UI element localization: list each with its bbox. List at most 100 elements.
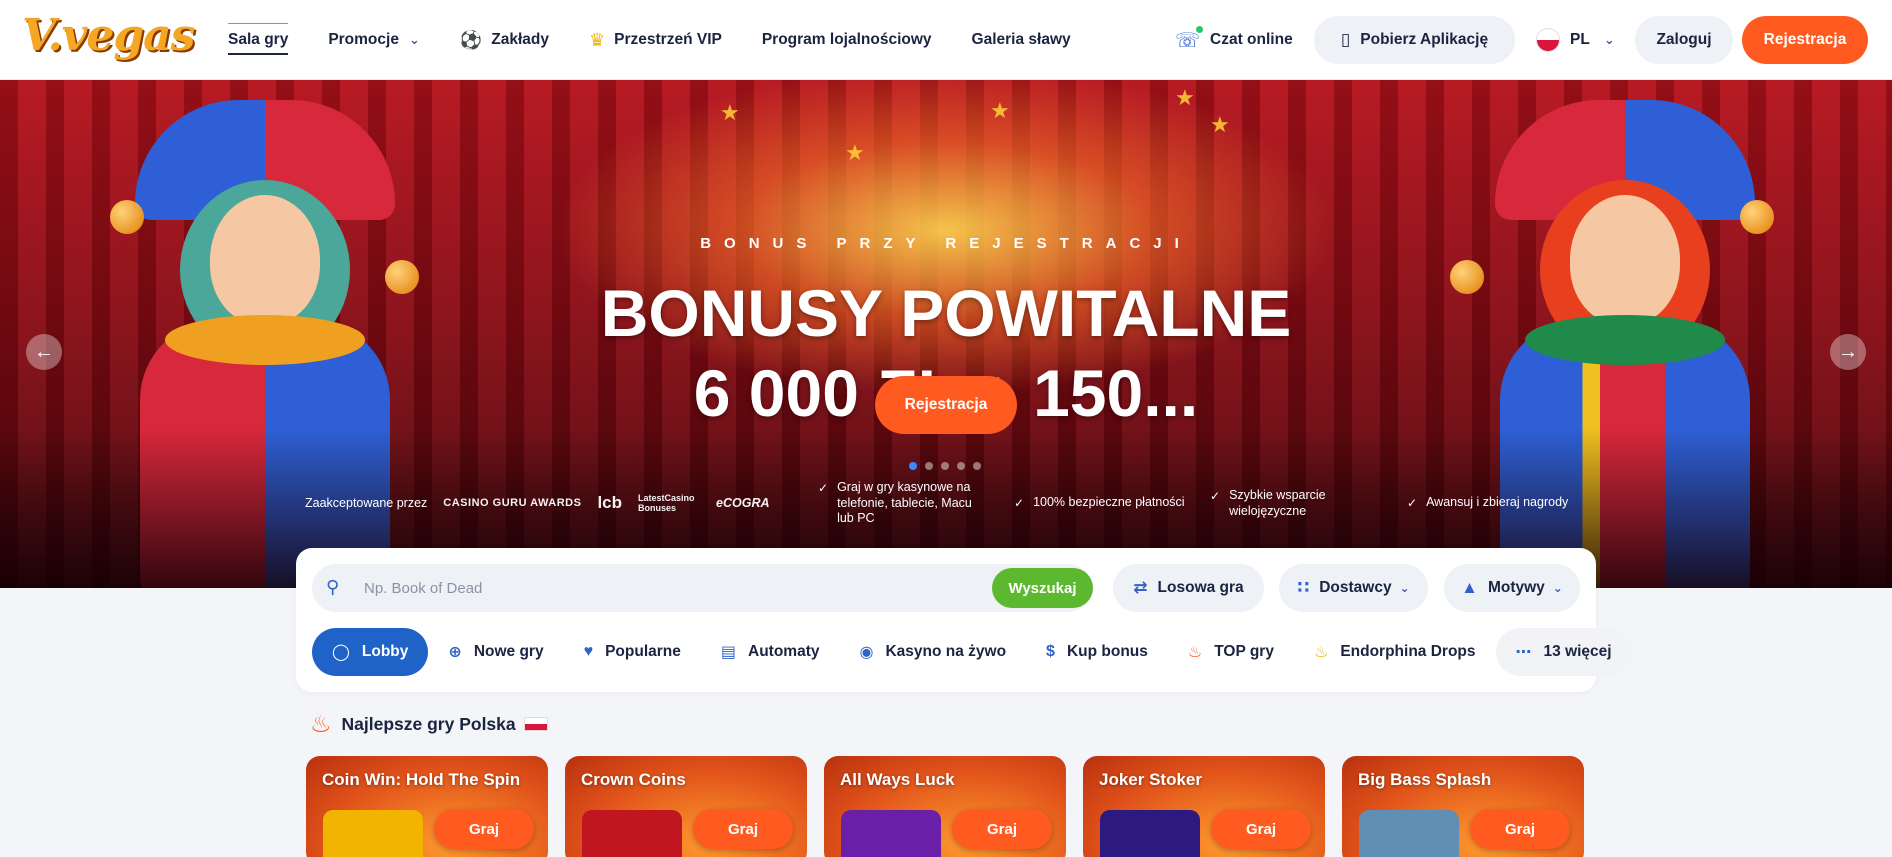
themes-dropdown[interactable]: ▲ Motywy ⌄	[1444, 564, 1580, 612]
category-tab-slots[interactable]: ▤ Automaty	[701, 628, 840, 676]
nav-item-sala-gry[interactable]: Sala gry	[228, 0, 289, 80]
random-game-button[interactable]: ⇄ Losowa gra	[1113, 564, 1264, 612]
search-input[interactable]	[364, 564, 864, 612]
language-selector[interactable]: PL ⌄	[1530, 16, 1620, 64]
hero-banner: ★ ★ ★ ★ ★ BONUS PRZY REJESTRACJI BONUSY …	[0, 80, 1892, 588]
category-label: Automaty	[748, 643, 820, 660]
smartphone-icon: ▯	[1340, 30, 1351, 49]
category-tab-new[interactable]: ⊕ Nowe gry	[428, 628, 563, 676]
play-button[interactable]: Graj	[1470, 809, 1570, 849]
partner-logo-latestcasino: LatestCasino Bonuses	[638, 493, 695, 513]
game-thumbnail[interactable]	[1100, 810, 1200, 857]
carousel-dot[interactable]	[909, 462, 917, 470]
more-dots-icon: ⋯	[1515, 644, 1532, 661]
star-decoration: ★	[1175, 85, 1195, 110]
play-button[interactable]: Graj	[952, 809, 1052, 849]
nav-item-promocje[interactable]: Promocje ⌄	[328, 0, 420, 80]
game-row: Coin Win: Hold The Spin Graj Crown Coins…	[306, 756, 1584, 857]
chat-label: Czat online	[1210, 31, 1293, 48]
category-tab-lobby[interactable]: ◯ Lobby	[312, 628, 429, 676]
carousel-dot[interactable]	[925, 462, 933, 470]
game-title: Crown Coins	[581, 770, 686, 789]
feature-item: ✓ 100% bezpieczne płatności	[1014, 495, 1204, 512]
login-button[interactable]: Zaloguj	[1635, 16, 1733, 64]
download-app-label: Pobierz Aplikację	[1360, 31, 1489, 48]
fire-icon: ♨	[1187, 644, 1203, 661]
search-icon: ⚲	[326, 577, 340, 597]
top-header: V.vegas Sala gry Promocje ⌄ ⚽ Zakłady ♛ …	[0, 0, 1892, 80]
category-label: Endorphina Drops	[1340, 643, 1476, 660]
game-card[interactable]: Big Bass Splash Graj	[1342, 756, 1584, 857]
plus-circle-icon: ⊕	[448, 644, 462, 661]
nav-item-vip[interactable]: ♛ Przestrzeń VIP	[589, 0, 722, 80]
checkmark-icon: ✓	[818, 481, 829, 495]
game-thumbnail[interactable]	[582, 810, 682, 857]
feature-item: ✓ Szybkie wsparcie wielojęzyczne	[1210, 488, 1360, 519]
carousel-dot[interactable]	[941, 462, 949, 470]
carousel-next-arrow-icon[interactable]: →	[1830, 334, 1866, 370]
feature-text: Szybkie wsparcie wielojęzyczne	[1229, 488, 1326, 518]
play-button[interactable]: Graj	[693, 809, 793, 849]
game-card[interactable]: Crown Coins Graj	[565, 756, 807, 857]
chat-online-link[interactable]: ☏ Czat online	[1175, 0, 1293, 80]
feature-text: Awansuj i zbieraj nagrody	[1426, 495, 1569, 509]
game-title: All Ways Luck	[840, 770, 955, 789]
category-tab-buy-bonus[interactable]: $ Kup bonus	[1026, 628, 1168, 676]
nav-item-loyalty[interactable]: Program lojalnościowy	[762, 0, 932, 80]
nav-item-hall-of-fame[interactable]: Galeria sławy	[972, 0, 1071, 80]
language-label: PL	[1570, 31, 1590, 48]
play-button[interactable]: Graj	[1211, 809, 1311, 849]
hero-register-button[interactable]: Rejestracja	[875, 376, 1017, 434]
soccer-ball-icon: ⚽	[459, 29, 483, 50]
nav-item-label: Sala gry	[228, 31, 289, 48]
carousel-dot[interactable]	[957, 462, 965, 470]
nav-item-label: Program lojalnościowy	[761, 31, 932, 48]
providers-dropdown[interactable]: ∷ Dostawcy ⌄	[1279, 564, 1428, 612]
download-app-button[interactable]: ▯ Pobierz Aplikację	[1314, 16, 1515, 64]
carousel-prev-arrow-icon[interactable]: ←	[26, 334, 62, 370]
game-title: Joker Stoker	[1099, 770, 1202, 789]
chevron-down-icon: ⌄	[408, 32, 420, 47]
category-tab-top[interactable]: ♨ TOP gry	[1168, 628, 1294, 676]
jester-bell	[110, 200, 144, 234]
partner-logo-casino-guru: CASINO GURU AWARDS	[443, 497, 582, 509]
shuffle-icon: ⇄	[1133, 578, 1148, 597]
grid-icon: ∷	[1297, 578, 1310, 597]
category-tab-more[interactable]: ⋯ 13 więcej	[1495, 628, 1632, 676]
hero-title-line: BONUSY POWITALNE	[600, 276, 1292, 350]
nav-item-label: Przestrzeń VIP	[614, 31, 722, 48]
site-logo[interactable]: V.vegas	[22, 10, 195, 61]
chevron-down-icon: ⌄	[1603, 32, 1615, 47]
game-card[interactable]: Coin Win: Hold The Spin Graj	[306, 756, 548, 857]
search-bar: ⚲	[312, 564, 1092, 612]
game-card[interactable]: Joker Stoker Graj	[1083, 756, 1325, 857]
checkmark-icon: ✓	[1210, 489, 1221, 503]
live-icon: ◉	[859, 644, 874, 661]
category-label: TOP gry	[1214, 643, 1274, 660]
nav-item-zaklady[interactable]: ⚽ Zakłady	[460, 0, 549, 80]
search-submit-button[interactable]: Wyszukaj	[992, 568, 1093, 608]
game-title: Coin Win: Hold The Spin	[322, 770, 521, 789]
category-tab-popular[interactable]: ♥ Popularne	[564, 628, 701, 676]
feature-item: ✓ Awansuj i zbieraj nagrody	[1407, 495, 1607, 512]
medal-icon: ◯	[332, 644, 350, 661]
jester-bell	[1740, 200, 1774, 234]
flame-icon: ♨	[1313, 644, 1329, 661]
star-decoration: ★	[845, 140, 865, 165]
poland-flag-icon	[523, 717, 548, 731]
trust-badges: Zaakceptowane przez CASINO GURU AWARDS l…	[305, 483, 786, 523]
game-thumbnail[interactable]	[1359, 810, 1459, 857]
game-thumbnail[interactable]	[841, 810, 941, 857]
play-button[interactable]: Graj	[434, 809, 534, 849]
game-thumbnail[interactable]	[323, 810, 423, 857]
dollar-icon: $	[1046, 643, 1055, 660]
headset-icon: ☏	[1175, 25, 1204, 53]
category-label: Nowe gry	[473, 643, 544, 660]
register-button[interactable]: Rejestracja	[1742, 16, 1868, 64]
category-tab-endorphina[interactable]: ♨ Endorphina Drops	[1294, 628, 1496, 676]
game-card[interactable]: All Ways Luck Graj	[824, 756, 1066, 857]
category-tab-live[interactable]: ◉ Kasyno na żywo	[839, 628, 1026, 676]
carousel-dot[interactable]	[973, 462, 981, 470]
carousel-dots	[909, 462, 981, 470]
main-nav: Sala gry Promocje ⌄ ⚽ Zakłady ♛ Przestrz…	[228, 0, 1111, 80]
